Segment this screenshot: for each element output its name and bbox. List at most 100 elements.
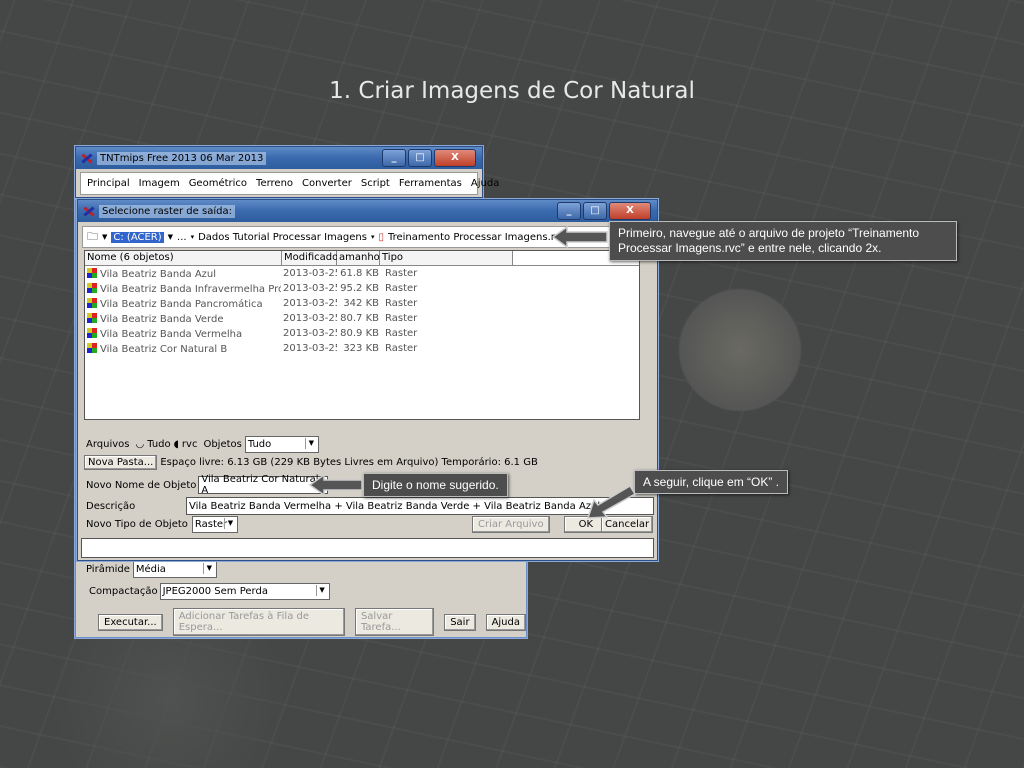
raster-icon: [87, 267, 97, 278]
menu-principal[interactable]: Principal: [87, 178, 130, 189]
close-button[interactable]: X: [609, 202, 651, 220]
description-input[interactable]: Vila Beatriz Banda Vermelha + Vila Beatr…: [186, 497, 654, 515]
radio-all-label[interactable]: Tudo: [147, 439, 170, 450]
row-size: 61.8 KB: [340, 268, 379, 279]
files-label: Arquivos: [86, 439, 130, 450]
menu-terreno[interactable]: Terreno: [256, 178, 293, 189]
row-name: Vila Beatriz Banda Infravermelha Próxim: [85, 282, 281, 295]
column-type[interactable]: Tipo: [380, 251, 513, 265]
menu-ferramentas[interactable]: Ferramentas: [399, 178, 462, 189]
status-bar: [81, 538, 654, 558]
file-rows: Vila Beatriz Banda Azul 2013-03-25 61.8 KB…: [85, 266, 639, 356]
execute-button[interactable]: Executar...: [98, 613, 163, 631]
row-name: Vila Beatriz Banda Vermelha: [85, 327, 281, 340]
arrow-down-left-icon: [586, 484, 637, 519]
main-window-title: TNTmips Free 2013 06 Mar 2013: [97, 151, 267, 165]
type-value: Raster: [194, 519, 228, 530]
objects-value: Tudo: [247, 439, 272, 450]
folder-icon[interactable]: 🗀: [87, 228, 98, 247]
project-crumb[interactable]: Treinamento Processar Imagens.rvc: [388, 232, 566, 243]
new-folder-button[interactable]: Nova Pasta...: [84, 455, 158, 470]
pyramid-select[interactable]: Média ▼: [132, 561, 217, 578]
arrow-left-icon: [308, 473, 363, 497]
radio-all-icon[interactable]: ◡: [136, 439, 145, 450]
row-type: Raster: [385, 283, 418, 294]
chevron-down-icon[interactable]: ▼: [168, 233, 173, 241]
row-modified: 2013-03-25: [283, 313, 337, 324]
chevron-down-icon: ▼: [223, 518, 236, 529]
maximize-button[interactable]: □: [408, 149, 432, 167]
drive-dropdown-icon[interactable]: ▼: [102, 233, 107, 241]
raster-icon: [87, 297, 97, 308]
dialog-titlebar: Selecione raster de saída: _ □ X: [78, 200, 657, 222]
radio-rvc-label[interactable]: rvc: [182, 439, 198, 450]
table-row[interactable]: Vila Beatriz Banda Verde 2013-03-25 80.7 K…: [85, 311, 639, 326]
arrow-left-icon: [551, 225, 608, 249]
column-modified[interactable]: Modificado: [282, 251, 338, 265]
help-button[interactable]: Ajuda: [485, 613, 526, 631]
menu-converter[interactable]: Converter: [302, 178, 352, 189]
new-name-row: Novo Nome de Objeto Vila Beatriz Cor Nat…: [86, 474, 329, 496]
raster-icon: [87, 312, 97, 323]
raster-icon: [87, 282, 97, 293]
row-modified: 2013-03-25: [283, 268, 337, 279]
row-name: Vila Beatriz Banda Azul: [85, 267, 281, 280]
maximize-button[interactable]: □: [583, 202, 607, 220]
table-row[interactable]: Vila Beatriz Banda Vermelha 2013-03-25 80.…: [85, 326, 639, 341]
row-type: Raster: [385, 343, 418, 354]
file-list-header: Nome (6 objetos) Modificado amanho Tipo: [85, 251, 639, 266]
drive-crumb[interactable]: C: (ACER): [111, 231, 164, 243]
panel-button-row: Executar... Adicionar Tarefas à Fila de …: [98, 608, 526, 636]
table-row[interactable]: Vila Beatriz Banda Infravermelha Próxim2…: [85, 281, 639, 296]
chevron-down-icon: ▼: [304, 438, 317, 449]
menu-geometrico[interactable]: Geométrico: [189, 178, 247, 189]
menu-ajuda[interactable]: Ajuda: [471, 178, 499, 189]
menu-imagem[interactable]: Imagem: [139, 178, 180, 189]
main-menubar: Principal Imagem Geométrico Terreno Conv…: [80, 172, 499, 195]
slide-title: 1. Criar Imagens de Cor Natural: [329, 78, 695, 104]
chevron-down-icon[interactable]: ▾: [371, 233, 375, 241]
radio-rvc-icon[interactable]: ◖: [174, 439, 179, 450]
exit-button[interactable]: Sair: [444, 613, 476, 631]
type-label: Novo Tipo de Objeto: [86, 519, 188, 530]
add-queue-button[interactable]: Adicionar Tarefas à Fila de Espera...: [172, 608, 345, 636]
project-file-icon: ▯: [378, 231, 384, 243]
compression-value: JPEG2000 Sem Perda: [162, 586, 268, 597]
main-titlebar: TNTmips Free 2013 06 Mar 2013 _ □ X: [76, 147, 482, 169]
raster-icon: [87, 327, 97, 338]
type-row: Novo Tipo de Objeto Raster ▼: [86, 516, 238, 533]
column-size[interactable]: amanho: [337, 251, 380, 265]
minimize-button[interactable]: _: [382, 149, 406, 167]
row-modified: 2013-03-25: [283, 328, 337, 339]
folder-crumb[interactable]: Dados Tutorial Processar Imagens: [198, 232, 367, 243]
save-task-button[interactable]: Salvar Tarefa...: [354, 608, 435, 636]
row-name: Vila Beatriz Cor Natural B: [85, 342, 281, 355]
table-row[interactable]: Vila Beatriz Cor Natural B 2013-03-25 323 …: [85, 341, 639, 356]
table-row[interactable]: Vila Beatriz Banda Pancromática 2013-03-2…: [85, 296, 639, 311]
chevron-down-icon[interactable]: ▾: [191, 233, 195, 241]
pyramid-label: Pirâmide: [86, 564, 130, 575]
file-list[interactable]: Nome (6 objetos) Modificado amanho Tipo …: [84, 250, 640, 420]
callout-navigate: Primeiro, navegue até o arquivo de proje…: [609, 221, 957, 261]
row-size: 342 KB: [343, 298, 379, 309]
menu-script[interactable]: Script: [361, 178, 390, 189]
ellipsis-crumb[interactable]: ...: [177, 232, 187, 243]
row-size: 323 KB: [343, 343, 379, 354]
column-name[interactable]: Nome (6 objetos): [85, 251, 282, 265]
minimize-button[interactable]: _: [557, 202, 581, 220]
new-name-label: Novo Nome de Objeto: [86, 479, 197, 491]
close-button[interactable]: X: [434, 149, 476, 167]
raster-icon: [87, 342, 97, 353]
row-modified: 2013-03-25: [283, 298, 337, 309]
row-name: Vila Beatriz Banda Pancromática: [85, 297, 281, 310]
table-row[interactable]: Vila Beatriz Banda Azul 2013-03-25 61.8 KB…: [85, 266, 639, 281]
compression-select[interactable]: JPEG2000 Sem Perda ▼: [159, 583, 330, 600]
space-row: Nova Pasta... Espaço livre: 6.13 GB (229…: [84, 455, 538, 470]
description-label: Descrição: [86, 500, 136, 512]
objects-label: Objetos: [203, 439, 242, 450]
select-raster-dialog: Selecione raster de saída: _ □ X 🗀 ▼ C: …: [77, 199, 658, 561]
type-select[interactable]: Raster ▼: [191, 516, 238, 533]
description-row: Descrição Vila Beatriz Banda Vermelha + …: [86, 497, 654, 515]
objects-select[interactable]: Tudo ▼: [244, 436, 319, 453]
create-file-button[interactable]: Criar Arquivo: [472, 516, 550, 533]
